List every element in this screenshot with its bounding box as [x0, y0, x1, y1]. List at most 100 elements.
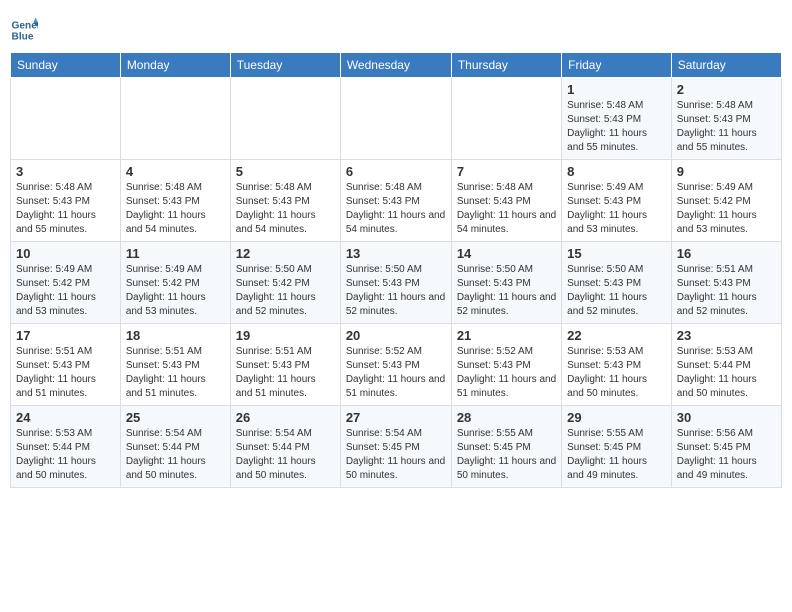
calendar-week-row: 3 Sunrise: 5:48 AM Sunset: 5:43 PM Daylig… [11, 160, 782, 242]
day-number: 7 [457, 164, 556, 179]
day-number: 18 [126, 328, 225, 343]
calendar-cell: 30Sunrise: 5:56 AM Sunset: 5:45 PM Dayli… [671, 406, 781, 488]
day-info: Sunrise: 5:49 AM Sunset: 5:42 PM Dayligh… [16, 263, 115, 319]
day-info: Sunrise: 5:48 AM Sunset: 5:43 PM Dayligh… [567, 99, 666, 155]
day-number: 14 [457, 246, 556, 261]
day-number: 25 [126, 410, 225, 425]
day-info: Sunrise: 5:49 AM Sunset: 5:43 PM Dayligh… [567, 181, 666, 237]
calendar-cell [340, 78, 451, 160]
day-info: Sunrise: 5:48 AM Sunset: 5:43 PM Dayligh… [16, 181, 115, 237]
calendar-cell: 14 Sunrise: 5:50 AM Sunset: 5:43 PM Dayli… [451, 242, 561, 324]
day-info: Sunrise: 5:55 AM Sunset: 5:45 PM Dayligh… [457, 427, 556, 483]
calendar-cell: 28 Sunrise: 5:55 AM Sunset: 5:45 PM Dayli… [451, 406, 561, 488]
calendar-cell: 11 Sunrise: 5:49 AM Sunset: 5:42 PM Dayli… [120, 242, 230, 324]
calendar-body: 1 Sunrise: 5:48 AM Sunset: 5:43 PM Daylig… [11, 78, 782, 488]
day-info: Sunrise: 5:49 AM Sunset: 5:42 PM Dayligh… [677, 181, 776, 237]
logo: General Blue [10, 16, 42, 44]
day-number: 5 [236, 164, 335, 179]
day-info: Sunrise: 5:53 AM Sunset: 5:44 PM Dayligh… [16, 427, 115, 483]
calendar-week-row: 1 Sunrise: 5:48 AM Sunset: 5:43 PM Daylig… [11, 78, 782, 160]
calendar-cell: 8 Sunrise: 5:49 AM Sunset: 5:43 PM Daylig… [562, 160, 672, 242]
day-info: Sunrise: 5:48 AM Sunset: 5:43 PM Dayligh… [126, 181, 225, 237]
day-number: 15 [567, 246, 666, 261]
calendar-cell [230, 78, 340, 160]
day-number: 30 [677, 410, 776, 425]
calendar-header-row: SundayMondayTuesdayWednesdayThursdayFrid… [11, 53, 782, 78]
weekday-header: Sunday [11, 53, 121, 78]
day-number: 20 [346, 328, 446, 343]
day-info: Sunrise: 5:55 AM Sunset: 5:45 PM Dayligh… [567, 427, 666, 483]
calendar-cell: 13Sunrise: 5:50 AM Sunset: 5:43 PM Dayli… [340, 242, 451, 324]
day-number: 11 [126, 246, 225, 261]
day-number: 4 [126, 164, 225, 179]
day-number: 27 [346, 410, 446, 425]
day-info: Sunrise: 5:50 AM Sunset: 5:43 PM Dayligh… [567, 263, 666, 319]
calendar-cell: 27Sunrise: 5:54 AM Sunset: 5:45 PM Dayli… [340, 406, 451, 488]
calendar-cell [120, 78, 230, 160]
svg-text:Blue: Blue [12, 31, 34, 42]
day-info: Sunrise: 5:53 AM Sunset: 5:43 PM Dayligh… [567, 345, 666, 401]
day-info: Sunrise: 5:48 AM Sunset: 5:43 PM Dayligh… [346, 181, 446, 237]
day-number: 21 [457, 328, 556, 343]
day-info: Sunrise: 5:48 AM Sunset: 5:43 PM Dayligh… [677, 99, 776, 155]
day-number: 6 [346, 164, 446, 179]
day-info: Sunrise: 5:54 AM Sunset: 5:44 PM Dayligh… [126, 427, 225, 483]
calendar-cell [451, 78, 561, 160]
day-number: 9 [677, 164, 776, 179]
weekday-header: Thursday [451, 53, 561, 78]
day-number: 24 [16, 410, 115, 425]
day-info: Sunrise: 5:51 AM Sunset: 5:43 PM Dayligh… [236, 345, 335, 401]
calendar-cell: 26 Sunrise: 5:54 AM Sunset: 5:44 PM Dayli… [230, 406, 340, 488]
calendar-cell: 18 Sunrise: 5:51 AM Sunset: 5:43 PM Dayli… [120, 324, 230, 406]
day-info: Sunrise: 5:50 AM Sunset: 5:42 PM Dayligh… [236, 263, 335, 319]
day-info: Sunrise: 5:50 AM Sunset: 5:43 PM Dayligh… [457, 263, 556, 319]
calendar-cell: 21 Sunrise: 5:52 AM Sunset: 5:43 PM Dayli… [451, 324, 561, 406]
calendar-cell: 2 Sunrise: 5:48 AM Sunset: 5:43 PM Daylig… [671, 78, 781, 160]
calendar-cell: 10 Sunrise: 5:49 AM Sunset: 5:42 PM Dayli… [11, 242, 121, 324]
day-info: Sunrise: 5:51 AM Sunset: 5:43 PM Dayligh… [677, 263, 776, 319]
calendar-cell: 17Sunrise: 5:51 AM Sunset: 5:43 PM Dayli… [11, 324, 121, 406]
day-info: Sunrise: 5:51 AM Sunset: 5:43 PM Dayligh… [16, 345, 115, 401]
day-info: Sunrise: 5:51 AM Sunset: 5:43 PM Dayligh… [126, 345, 225, 401]
calendar-cell: 24 Sunrise: 5:53 AM Sunset: 5:44 PM Dayli… [11, 406, 121, 488]
calendar-cell: 20 Sunrise: 5:52 AM Sunset: 5:43 PM Dayli… [340, 324, 451, 406]
day-number: 10 [16, 246, 115, 261]
weekday-header: Saturday [671, 53, 781, 78]
day-number: 2 [677, 82, 776, 97]
day-info: Sunrise: 5:48 AM Sunset: 5:43 PM Dayligh… [236, 181, 335, 237]
day-number: 22 [567, 328, 666, 343]
calendar-cell: 6 Sunrise: 5:48 AM Sunset: 5:43 PM Daylig… [340, 160, 451, 242]
calendar-cell: 19 Sunrise: 5:51 AM Sunset: 5:43 PM Dayli… [230, 324, 340, 406]
calendar-cell: 16Sunrise: 5:51 AM Sunset: 5:43 PM Dayli… [671, 242, 781, 324]
day-info: Sunrise: 5:48 AM Sunset: 5:43 PM Dayligh… [457, 181, 556, 237]
day-info: Sunrise: 5:52 AM Sunset: 5:43 PM Dayligh… [346, 345, 446, 401]
day-number: 8 [567, 164, 666, 179]
calendar-cell: 3 Sunrise: 5:48 AM Sunset: 5:43 PM Daylig… [11, 160, 121, 242]
day-info: Sunrise: 5:54 AM Sunset: 5:44 PM Dayligh… [236, 427, 335, 483]
day-number: 26 [236, 410, 335, 425]
calendar-cell: 7 Sunrise: 5:48 AM Sunset: 5:43 PM Daylig… [451, 160, 561, 242]
day-info: Sunrise: 5:53 AM Sunset: 5:44 PM Dayligh… [677, 345, 776, 401]
calendar-cell: 4 Sunrise: 5:48 AM Sunset: 5:43 PM Daylig… [120, 160, 230, 242]
day-number: 28 [457, 410, 556, 425]
day-info: Sunrise: 5:50 AM Sunset: 5:43 PM Dayligh… [346, 263, 446, 319]
weekday-header: Tuesday [230, 53, 340, 78]
logo-icon: General Blue [10, 16, 38, 44]
calendar-cell: 22 Sunrise: 5:53 AM Sunset: 5:43 PM Dayli… [562, 324, 672, 406]
weekday-header: Friday [562, 53, 672, 78]
calendar-table: SundayMondayTuesdayWednesdayThursdayFrid… [10, 52, 782, 488]
calendar-week-row: 17Sunrise: 5:51 AM Sunset: 5:43 PM Dayli… [11, 324, 782, 406]
day-number: 1 [567, 82, 666, 97]
day-number: 19 [236, 328, 335, 343]
weekday-header: Wednesday [340, 53, 451, 78]
calendar-cell: 23Sunrise: 5:53 AM Sunset: 5:44 PM Dayli… [671, 324, 781, 406]
day-number: 29 [567, 410, 666, 425]
calendar-cell: 1 Sunrise: 5:48 AM Sunset: 5:43 PM Daylig… [562, 78, 672, 160]
page-header: General Blue [10, 10, 782, 44]
calendar-cell: 12Sunrise: 5:50 AM Sunset: 5:42 PM Dayli… [230, 242, 340, 324]
calendar-cell: 15 Sunrise: 5:50 AM Sunset: 5:43 PM Dayli… [562, 242, 672, 324]
day-number: 3 [16, 164, 115, 179]
day-info: Sunrise: 5:52 AM Sunset: 5:43 PM Dayligh… [457, 345, 556, 401]
calendar-cell: 5 Sunrise: 5:48 AM Sunset: 5:43 PM Daylig… [230, 160, 340, 242]
day-info: Sunrise: 5:49 AM Sunset: 5:42 PM Dayligh… [126, 263, 225, 319]
